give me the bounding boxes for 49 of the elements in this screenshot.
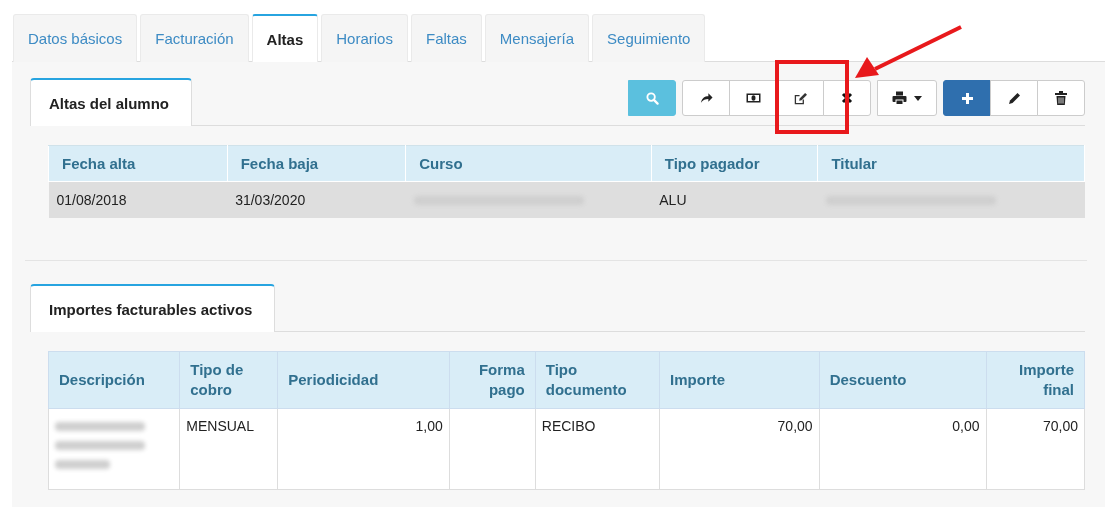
add-button[interactable] [943, 80, 991, 116]
trash-icon [1055, 91, 1067, 105]
tab[interactable]: Faltas [410, 14, 482, 62]
column-header: Importe [659, 351, 820, 409]
plus-icon [960, 91, 974, 105]
column-header: Forma pago [449, 351, 536, 409]
edit-icon [793, 91, 807, 105]
table-cell: 01/08/2018 [48, 181, 228, 218]
column-header: Descripción [48, 351, 180, 409]
column-header: Curso [405, 145, 652, 182]
trash-button[interactable] [1037, 80, 1085, 116]
table-cell: MENSUAL [179, 408, 278, 490]
table-cell: RECIBO [535, 408, 660, 490]
cancel-button[interactable] [823, 80, 871, 116]
money-button[interactable] [729, 80, 777, 116]
tab[interactable]: Seguimiento [592, 14, 706, 62]
column-header: Tipo de cobro [179, 351, 278, 409]
table-cell: ALU [651, 181, 818, 218]
section-tab[interactable]: Altas del alumno [30, 78, 193, 126]
table-cell: 70,00 [659, 408, 820, 490]
banknote-icon [745, 93, 761, 103]
pencil-button[interactable] [990, 80, 1038, 116]
tab[interactable]: Mensajería [484, 14, 590, 62]
table-cell: 1,00 [277, 408, 450, 490]
column-header: Tipo pagador [651, 145, 818, 182]
printer-icon [892, 91, 907, 105]
close-icon [841, 92, 853, 104]
column-header: Descuento [819, 351, 987, 409]
column-header: Importe final [986, 351, 1085, 409]
search-icon [645, 91, 659, 105]
edit-button[interactable] [776, 80, 824, 116]
column-header: Tipo documento [535, 351, 660, 409]
tab[interactable]: Datos básicos [13, 14, 138, 62]
column-header: Fecha baja [227, 145, 406, 182]
column-header: Titular [817, 145, 1085, 182]
caret-icon [914, 95, 922, 101]
share-arrow-icon [699, 92, 713, 104]
tab[interactable]: Facturación [140, 14, 249, 62]
table-cell: 0,00 [819, 408, 987, 490]
table-cell: 70,00 [986, 408, 1085, 490]
table-cell: 31/03/2020 [227, 181, 406, 218]
pencil-icon [1007, 91, 1021, 105]
print-button[interactable] [877, 80, 937, 116]
forward-button[interactable] [682, 80, 730, 116]
column-header: Fecha alta [48, 145, 228, 182]
column-header: Periodicidad [277, 351, 450, 409]
tab[interactable]: Horarios [321, 14, 408, 62]
tab[interactable]: Altas [251, 14, 319, 62]
section-tab[interactable]: Importes facturables activos [30, 284, 276, 332]
